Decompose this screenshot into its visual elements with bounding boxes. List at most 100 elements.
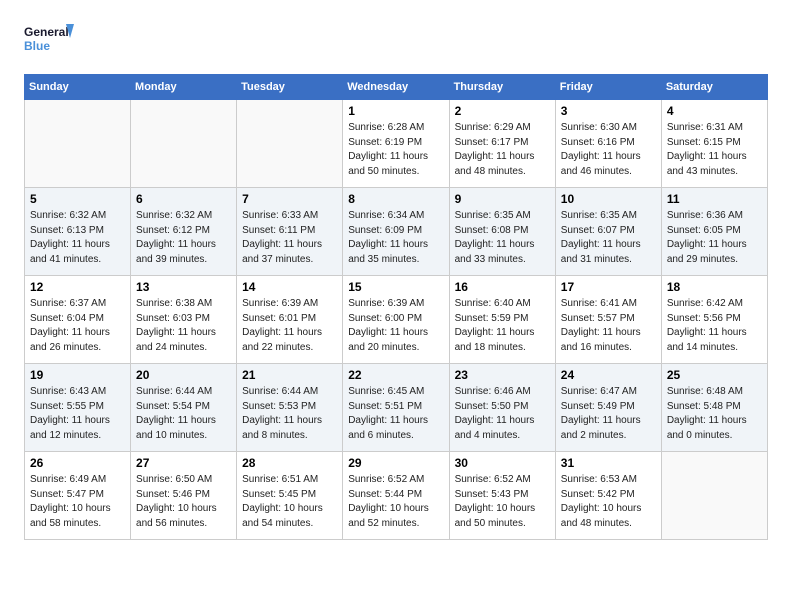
week-row-3: 12 Sunrise: 6:37 AM Sunset: 6:04 PM Dayli…: [25, 276, 768, 364]
calendar-cell: 20 Sunrise: 6:44 AM Sunset: 5:54 PM Dayli…: [131, 364, 237, 452]
day-number: 14: [242, 280, 337, 294]
day-number: 11: [667, 192, 762, 206]
calendar-cell: 14 Sunrise: 6:39 AM Sunset: 6:01 PM Dayli…: [237, 276, 343, 364]
week-row-2: 5 Sunrise: 6:32 AM Sunset: 6:13 PM Daylig…: [25, 188, 768, 276]
col-header-friday: Friday: [555, 75, 661, 100]
day-number: 23: [455, 368, 550, 382]
calendar-cell: 1 Sunrise: 6:28 AM Sunset: 6:19 PM Daylig…: [343, 100, 449, 188]
calendar-cell: 9Sunrise: 6:35 AM Sunset: 6:08 PM Daylig…: [449, 188, 555, 276]
day-number: 31: [561, 456, 656, 470]
day-info: Sunrise: 6:51 AM Sunset: 5:45 PM Dayligh…: [242, 473, 337, 531]
day-number: 5: [30, 192, 125, 206]
calendar-cell: 12 Sunrise: 6:37 AM Sunset: 6:04 PM Dayli…: [25, 276, 131, 364]
calendar-cell: 3 Sunrise: 6:30 AM Sunset: 6:16 PM Daylig…: [555, 100, 661, 188]
logo-svg: General Blue: [24, 20, 74, 62]
day-info: Sunrise: 6:43 AM Sunset: 5:55 PM Dayligh…: [30, 385, 125, 443]
week-row-4: 19 Sunrise: 6:43 AM Sunset: 5:55 PM Dayli…: [25, 364, 768, 452]
week-row-5: 26 Sunrise: 6:49 AM Sunset: 5:47 PM Dayli…: [25, 452, 768, 540]
day-number: 6: [136, 192, 231, 206]
col-header-saturday: Saturday: [661, 75, 767, 100]
day-info: Sunrise: 6:48 AM Sunset: 5:48 PM Dayligh…: [667, 385, 762, 443]
day-number: 24: [561, 368, 656, 382]
day-number: 12: [30, 280, 125, 294]
col-header-thursday: Thursday: [449, 75, 555, 100]
calendar-cell: 7 Sunrise: 6:33 AM Sunset: 6:11 PM Daylig…: [237, 188, 343, 276]
day-info: Sunrise: 6:52 AM Sunset: 5:44 PM Dayligh…: [348, 473, 443, 531]
calendar-cell: 6Sunrise: 6:32 AM Sunset: 6:12 PM Daylig…: [131, 188, 237, 276]
day-info: Sunrise: 6:38 AM Sunset: 6:03 PM Dayligh…: [136, 297, 231, 355]
col-header-tuesday: Tuesday: [237, 75, 343, 100]
day-info: Sunrise: 6:45 AM Sunset: 5:51 PM Dayligh…: [348, 385, 443, 443]
day-info: Sunrise: 6:32 AM Sunset: 6:13 PM Dayligh…: [30, 209, 125, 267]
calendar-cell: 25 Sunrise: 6:48 AM Sunset: 5:48 PM Dayli…: [661, 364, 767, 452]
col-header-sunday: Sunday: [25, 75, 131, 100]
calendar-cell: 31 Sunrise: 6:53 AM Sunset: 5:42 PM Dayli…: [555, 452, 661, 540]
calendar-cell: [25, 100, 131, 188]
day-info: Sunrise: 6:39 AM Sunset: 6:01 PM Dayligh…: [242, 297, 337, 355]
calendar-cell: 15 Sunrise: 6:39 AM Sunset: 6:00 PM Dayli…: [343, 276, 449, 364]
day-number: 1: [348, 104, 443, 118]
day-number: 10: [561, 192, 656, 206]
day-number: 7: [242, 192, 337, 206]
calendar-cell: 16 Sunrise: 6:40 AM Sunset: 5:59 PM Dayli…: [449, 276, 555, 364]
svg-text:General: General: [24, 25, 69, 39]
calendar-header-row: SundayMondayTuesdayWednesdayThursdayFrid…: [25, 75, 768, 100]
day-number: 3: [561, 104, 656, 118]
calendar-cell: 24 Sunrise: 6:47 AM Sunset: 5:49 PM Dayli…: [555, 364, 661, 452]
day-info: Sunrise: 6:30 AM Sunset: 6:16 PM Dayligh…: [561, 121, 656, 179]
day-number: 21: [242, 368, 337, 382]
calendar-cell: 4Sunrise: 6:31 AM Sunset: 6:15 PM Daylig…: [661, 100, 767, 188]
week-row-1: 1 Sunrise: 6:28 AM Sunset: 6:19 PM Daylig…: [25, 100, 768, 188]
day-number: 27: [136, 456, 231, 470]
day-number: 17: [561, 280, 656, 294]
day-number: 22: [348, 368, 443, 382]
calendar-cell: 17Sunrise: 6:41 AM Sunset: 5:57 PM Dayli…: [555, 276, 661, 364]
day-info: Sunrise: 6:52 AM Sunset: 5:43 PM Dayligh…: [455, 473, 550, 531]
calendar-cell: 5 Sunrise: 6:32 AM Sunset: 6:13 PM Daylig…: [25, 188, 131, 276]
day-number: 8: [348, 192, 443, 206]
calendar-cell: 8Sunrise: 6:34 AM Sunset: 6:09 PM Daylig…: [343, 188, 449, 276]
svg-text:Blue: Blue: [24, 39, 50, 53]
day-info: Sunrise: 6:35 AM Sunset: 6:08 PM Dayligh…: [455, 209, 550, 267]
day-number: 4: [667, 104, 762, 118]
day-number: 19: [30, 368, 125, 382]
calendar-cell: 19 Sunrise: 6:43 AM Sunset: 5:55 PM Dayli…: [25, 364, 131, 452]
day-number: 16: [455, 280, 550, 294]
day-number: 30: [455, 456, 550, 470]
day-info: Sunrise: 6:53 AM Sunset: 5:42 PM Dayligh…: [561, 473, 656, 531]
day-info: Sunrise: 6:29 AM Sunset: 6:17 PM Dayligh…: [455, 121, 550, 179]
calendar-cell: 29Sunrise: 6:52 AM Sunset: 5:44 PM Dayli…: [343, 452, 449, 540]
calendar-cell: [131, 100, 237, 188]
day-info: Sunrise: 6:28 AM Sunset: 6:19 PM Dayligh…: [348, 121, 443, 179]
day-number: 15: [348, 280, 443, 294]
day-number: 26: [30, 456, 125, 470]
col-header-wednesday: Wednesday: [343, 75, 449, 100]
day-info: Sunrise: 6:33 AM Sunset: 6:11 PM Dayligh…: [242, 209, 337, 267]
calendar-cell: 21Sunrise: 6:44 AM Sunset: 5:53 PM Dayli…: [237, 364, 343, 452]
calendar-cell: 18Sunrise: 6:42 AM Sunset: 5:56 PM Dayli…: [661, 276, 767, 364]
day-info: Sunrise: 6:49 AM Sunset: 5:47 PM Dayligh…: [30, 473, 125, 531]
day-info: Sunrise: 6:47 AM Sunset: 5:49 PM Dayligh…: [561, 385, 656, 443]
calendar-cell: 26 Sunrise: 6:49 AM Sunset: 5:47 PM Dayli…: [25, 452, 131, 540]
day-info: Sunrise: 6:37 AM Sunset: 6:04 PM Dayligh…: [30, 297, 125, 355]
header: General Blue: [24, 20, 768, 62]
calendar-cell: 27Sunrise: 6:50 AM Sunset: 5:46 PM Dayli…: [131, 452, 237, 540]
page: General Blue SundayMondayTuesdayWednesda…: [0, 0, 792, 612]
day-number: 20: [136, 368, 231, 382]
day-info: Sunrise: 6:46 AM Sunset: 5:50 PM Dayligh…: [455, 385, 550, 443]
calendar-cell: 11 Sunrise: 6:36 AM Sunset: 6:05 PM Dayli…: [661, 188, 767, 276]
day-number: 2: [455, 104, 550, 118]
calendar-cell: 10 Sunrise: 6:35 AM Sunset: 6:07 PM Dayli…: [555, 188, 661, 276]
calendar-cell: 13Sunrise: 6:38 AM Sunset: 6:03 PM Dayli…: [131, 276, 237, 364]
day-info: Sunrise: 6:39 AM Sunset: 6:00 PM Dayligh…: [348, 297, 443, 355]
day-number: 28: [242, 456, 337, 470]
day-info: Sunrise: 6:44 AM Sunset: 5:54 PM Dayligh…: [136, 385, 231, 443]
calendar-cell: [661, 452, 767, 540]
logo: General Blue: [24, 20, 74, 62]
day-info: Sunrise: 6:40 AM Sunset: 5:59 PM Dayligh…: [455, 297, 550, 355]
day-info: Sunrise: 6:36 AM Sunset: 6:05 PM Dayligh…: [667, 209, 762, 267]
day-info: Sunrise: 6:35 AM Sunset: 6:07 PM Dayligh…: [561, 209, 656, 267]
day-number: 25: [667, 368, 762, 382]
day-info: Sunrise: 6:42 AM Sunset: 5:56 PM Dayligh…: [667, 297, 762, 355]
calendar-cell: 28 Sunrise: 6:51 AM Sunset: 5:45 PM Dayli…: [237, 452, 343, 540]
